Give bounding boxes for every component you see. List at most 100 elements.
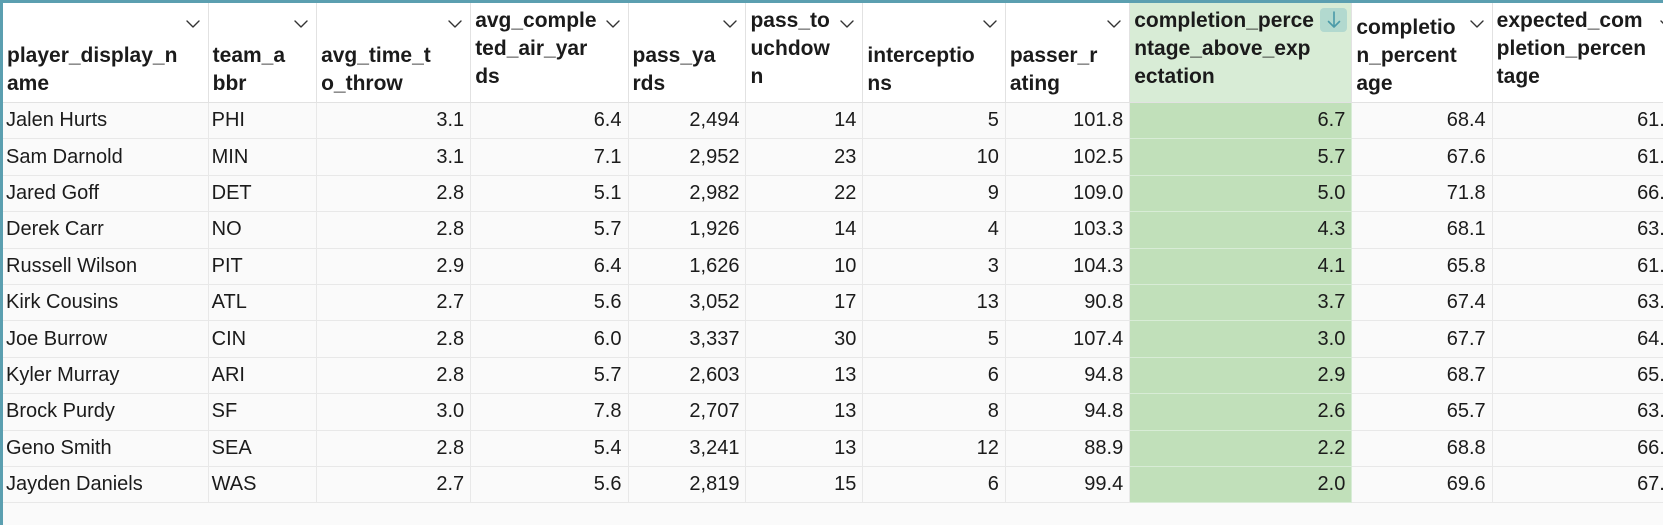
cell-completion-percentage[interactable]: 68.8 [1351,430,1493,467]
column-header-avg-completed-air-yards[interactable]: avg_completed_air_yards [470,3,629,103]
cell-pass-touchdown[interactable]: 22 [745,175,864,213]
cell-completion-percentage-above-expectation[interactable]: 3.0 [1129,320,1353,358]
cell-avg-completed-air-yards[interactable]: 6.4 [470,248,629,285]
cell-player-display-name[interactable]: Brock Purdy [3,393,209,431]
cell-team-abbr[interactable]: SEA [208,430,318,467]
cell-pass-touchdown[interactable]: 14 [745,211,864,249]
cell-player-display-name[interactable]: Jayden Daniels [3,466,209,504]
cell-completion-percentage-above-expectation[interactable]: 4.3 [1129,211,1353,249]
cell-completion-percentage-above-expectation[interactable]: 3.7 [1129,284,1353,322]
cell-expected-completion-percentage[interactable]: 61.9 [1492,138,1663,176]
cell-pass-touchdown[interactable]: 13 [745,430,864,467]
cell-expected-completion-percentage[interactable]: 67.6 [1492,466,1663,504]
cell-completion-percentage[interactable]: 67.6 [1351,138,1493,176]
cell-team-abbr[interactable]: ATL [208,284,318,322]
table-row[interactable]: Joe Burrow CIN 2.8 6.0 3,337 30 5 107.4 3.0 67.7 6… [3,320,1663,358]
cell-player-display-name[interactable]: Joe Burrow [3,320,209,358]
cell-passer-rating[interactable]: 109.0 [1005,175,1131,213]
cell-player-display-name[interactable]: Russell Wilson [3,248,209,285]
cell-completion-percentage-above-expectation[interactable]: 2.0 [1129,466,1353,504]
cell-expected-completion-percentage[interactable]: 63.1 [1492,393,1663,431]
cell-player-display-name[interactable]: Kirk Cousins [3,284,209,322]
cell-pass-touchdown[interactable]: 13 [745,393,864,431]
cell-passer-rating[interactable]: 101.8 [1005,102,1131,140]
chevron-down-icon[interactable] [294,11,308,28]
cell-pass-touchdown[interactable]: 10 [745,248,864,285]
cell-passer-rating[interactable]: 104.3 [1005,248,1131,285]
cell-pass-yards[interactable]: 1,626 [628,248,747,285]
cell-completion-percentage[interactable]: 68.1 [1351,211,1493,249]
table-row[interactable]: Derek Carr NO 2.8 5.7 1,926 14 4 103.3 4.3 68.1 63… [3,211,1663,249]
cell-avg-completed-air-yards[interactable]: 5.1 [470,175,629,213]
cell-expected-completion-percentage[interactable]: 66.6 [1492,430,1663,467]
cell-passer-rating[interactable]: 99.4 [1005,466,1131,504]
cell-interceptions[interactable]: 3 [862,248,1006,285]
cell-expected-completion-percentage[interactable]: 61.7 [1492,248,1663,285]
cell-interceptions[interactable]: 9 [862,175,1006,213]
cell-team-abbr[interactable]: NO [208,211,318,249]
cell-pass-yards[interactable]: 2,819 [628,466,747,504]
cell-player-display-name[interactable]: Kyler Murray [3,357,209,395]
cell-pass-touchdown[interactable]: 30 [745,320,864,358]
table-row[interactable]: Sam Darnold MIN 3.1 7.1 2,952 23 10 102.5 5.7 67.… [3,138,1663,176]
cell-completion-percentage[interactable]: 71.8 [1351,175,1493,213]
cell-completion-percentage-above-expectation[interactable]: 6.7 [1129,102,1353,140]
cell-avg-time-to-throw[interactable]: 3.1 [316,102,472,140]
cell-completion-percentage[interactable]: 69.6 [1351,466,1493,504]
cell-completion-percentage[interactable]: 68.7 [1351,357,1493,395]
cell-player-display-name[interactable]: Jared Goff [3,175,209,213]
cell-passer-rating[interactable]: 103.3 [1005,211,1131,249]
cell-interceptions[interactable]: 4 [862,211,1006,249]
cell-completion-percentage-above-expectation[interactable]: 4.1 [1129,248,1353,285]
cell-pass-yards[interactable]: 3,241 [628,430,747,467]
table-row[interactable]: Brock Purdy SF 3.0 7.8 2,707 13 8 94.8 2.6 65.7 63… [3,393,1663,431]
cell-team-abbr[interactable]: MIN [208,138,318,176]
cell-pass-touchdown[interactable]: 15 [745,466,864,504]
cell-completion-percentage-above-expectation[interactable]: 5.0 [1129,175,1353,213]
cell-completion-percentage-above-expectation[interactable]: 5.7 [1129,138,1353,176]
cell-avg-time-to-throw[interactable]: 2.9 [316,248,472,285]
cell-avg-completed-air-yards[interactable]: 5.7 [470,211,629,249]
cell-avg-completed-air-yards[interactable]: 6.0 [470,320,629,358]
cell-team-abbr[interactable]: WAS [208,466,318,504]
cell-completion-percentage[interactable]: 65.8 [1351,248,1493,285]
column-header-completion-percentage-above-expectation[interactable]: completion_percentage_above_expectation [1129,3,1353,103]
cell-avg-completed-air-yards[interactable]: 5.6 [470,284,629,322]
cell-expected-completion-percentage[interactable]: 63.7 [1492,284,1663,322]
cell-player-display-name[interactable]: Geno Smith [3,430,209,467]
column-header-passer-rating[interactable]: passer_rating [1005,3,1131,103]
chevron-down-icon[interactable] [1469,11,1484,28]
cell-pass-yards[interactable]: 2,603 [628,357,747,395]
cell-player-display-name[interactable]: Sam Darnold [3,138,209,176]
cell-player-display-name[interactable]: Jalen Hurts [3,102,209,140]
chevron-down-icon[interactable] [605,11,620,28]
cell-completion-percentage-above-expectation[interactable]: 2.9 [1129,357,1353,395]
column-header-pass-yards[interactable]: pass_yards [628,3,747,103]
cell-player-display-name[interactable]: Derek Carr [3,211,209,249]
cell-interceptions[interactable]: 6 [862,466,1006,504]
column-header-team-abbr[interactable]: team_abbr [208,3,318,103]
cell-pass-yards[interactable]: 3,337 [628,320,747,358]
cell-avg-time-to-throw[interactable]: 3.1 [316,138,472,176]
chevron-down-icon[interactable] [1107,11,1121,28]
cell-interceptions[interactable]: 12 [862,430,1006,467]
cell-team-abbr[interactable]: ARI [208,357,318,395]
cell-passer-rating[interactable]: 94.8 [1005,357,1131,395]
cell-avg-completed-air-yards[interactable]: 7.8 [470,393,629,431]
column-header-avg-time-to-throw[interactable]: avg_time_to_throw [316,3,472,103]
cell-passer-rating[interactable]: 90.8 [1005,284,1131,322]
cell-pass-yards[interactable]: 2,952 [628,138,747,176]
cell-interceptions[interactable]: 10 [862,138,1006,176]
cell-expected-completion-percentage[interactable]: 66.8 [1492,175,1663,213]
cell-passer-rating[interactable]: 88.9 [1005,430,1131,467]
cell-interceptions[interactable]: 8 [862,393,1006,431]
cell-avg-completed-air-yards[interactable]: 5.4 [470,430,629,467]
cell-pass-touchdown[interactable]: 14 [745,102,864,140]
cell-completion-percentage[interactable]: 68.4 [1351,102,1493,140]
column-header-completion-percentage[interactable]: completion_percentage [1351,3,1493,103]
cell-team-abbr[interactable]: CIN [208,320,318,358]
cell-passer-rating[interactable]: 94.8 [1005,393,1131,431]
cell-avg-time-to-throw[interactable]: 2.7 [316,284,472,322]
chevron-down-icon[interactable] [840,11,855,28]
cell-completion-percentage[interactable]: 67.4 [1351,284,1493,322]
